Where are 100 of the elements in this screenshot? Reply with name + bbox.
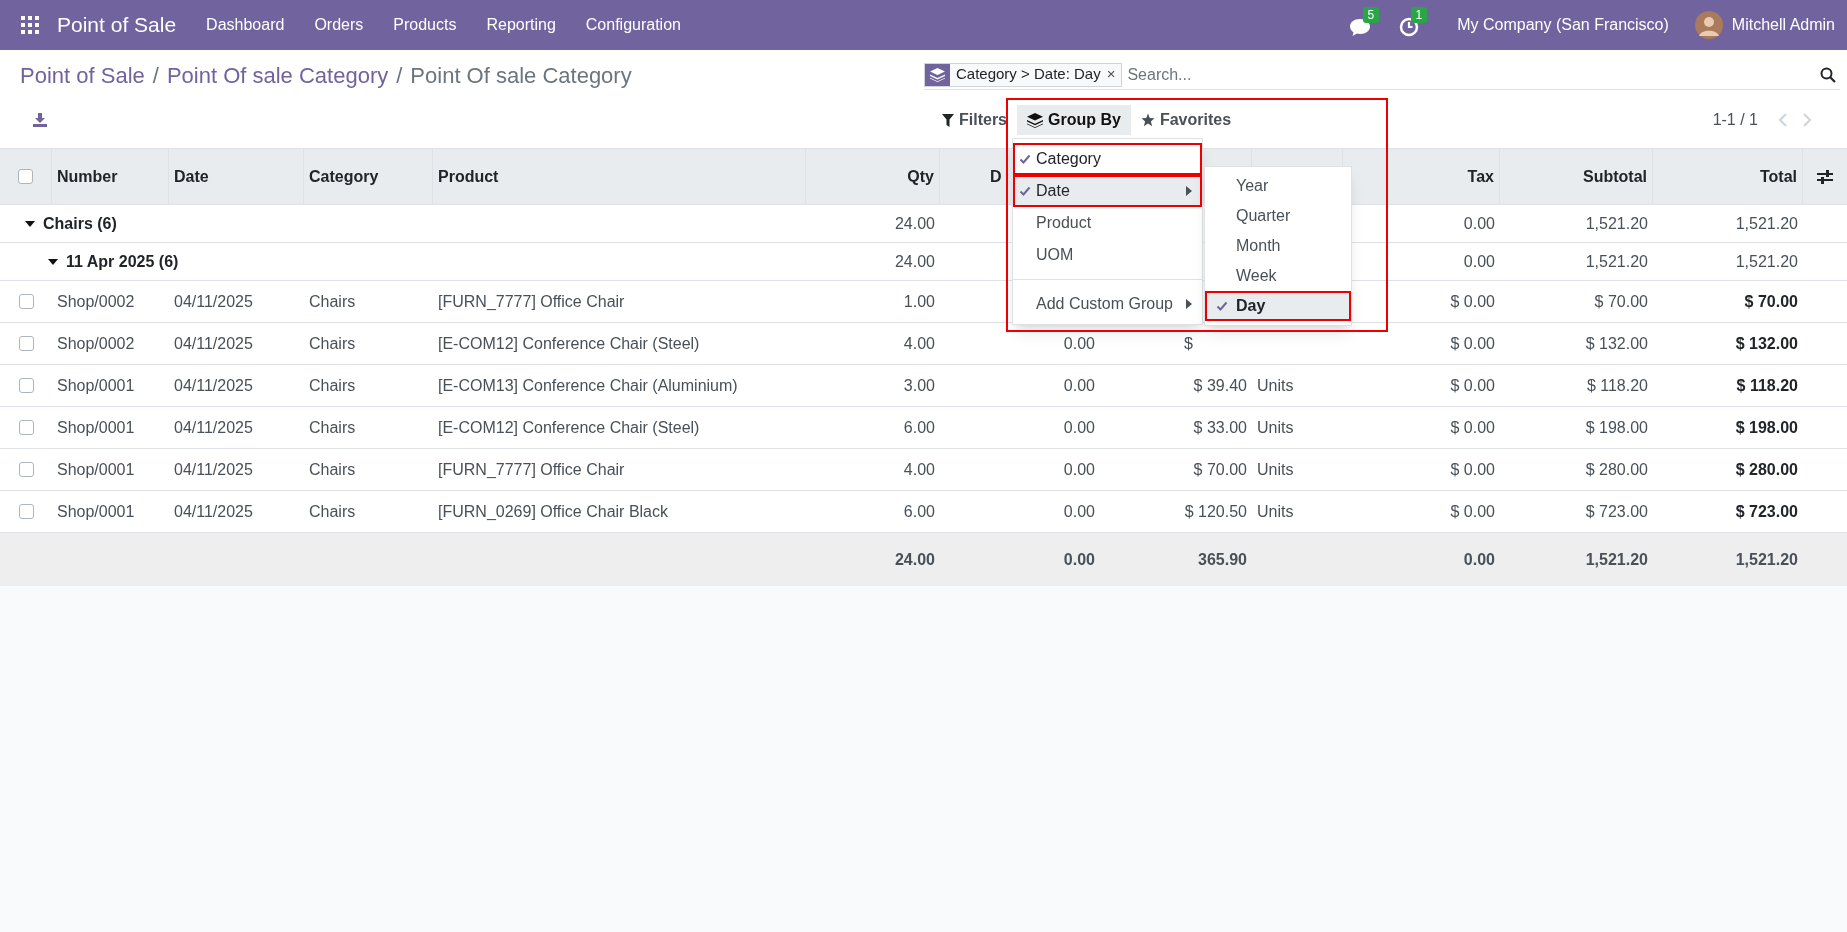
column-header[interactable]: Product <box>438 164 499 189</box>
table-cell-text: $ 33.00 <box>1193 417 1247 438</box>
table-cell-text: Chairs <box>309 417 356 438</box>
table-cell-text: 0.00 <box>1063 501 1095 522</box>
date-interval-option[interactable]: Quarter <box>1205 201 1351 231</box>
column-header[interactable]: Subtotal <box>1583 164 1647 189</box>
table-cell-text: 04/11/2025 <box>174 291 253 312</box>
group-total: 24.00 <box>894 213 935 234</box>
row-checkbox[interactable] <box>18 504 34 519</box>
table-cell-text: 3.00 <box>903 375 935 396</box>
table-cell-text: $ 0.00 <box>1450 291 1495 312</box>
group-total: 24.00 <box>894 251 935 272</box>
date-interval-option[interactable]: Year <box>1205 171 1351 201</box>
search-input[interactable]: Search... <box>1127 62 1820 87</box>
breadcrumb-separator: / <box>152 61 159 90</box>
table-cell-text: $ 70.00 <box>1744 291 1798 312</box>
filter-icon <box>942 113 954 127</box>
filters-toggle[interactable]: Filters <box>932 105 1017 135</box>
row-checkbox[interactable] <box>18 420 34 435</box>
table-cell-text: $ 280.00 <box>1585 459 1648 480</box>
group-total: 1,521.20 <box>1585 213 1648 234</box>
next-page-icon[interactable] <box>1803 113 1812 127</box>
app-name[interactable]: Point of Sale <box>57 9 177 41</box>
table-cell-text: 04/11/2025 <box>174 375 253 396</box>
column-total: 24.00 <box>894 549 935 570</box>
column-header[interactable]: Date <box>174 164 209 189</box>
table-cell-text: $ 39.40 <box>1193 375 1247 396</box>
remove-facet-button[interactable]: × <box>1106 63 1122 86</box>
row-checkbox[interactable] <box>18 294 34 309</box>
column-header[interactable]: D <box>990 164 1002 189</box>
group-total: 1,521.20 <box>1735 251 1798 272</box>
nav-menu-item[interactable]: Configuration <box>570 13 696 37</box>
search-bar[interactable]: Category > Date: Day × Search... <box>924 60 1840 90</box>
date-interval-option[interactable]: Week <box>1205 261 1351 291</box>
group-by-option[interactable]: UOM <box>1013 239 1202 271</box>
table-cell-text: 4.00 <box>903 459 935 480</box>
table-cell-text: Units <box>1257 375 1294 396</box>
layers-icon <box>1027 112 1043 128</box>
row-checkbox[interactable] <box>18 378 34 393</box>
pager-value[interactable]: 1-1 / 1 <box>1712 108 1758 132</box>
nav-menu-item[interactable]: Dashboard <box>191 13 300 37</box>
breadcrumb-link[interactable]: Point Of sale Category <box>166 58 389 92</box>
column-total: 0.00 <box>1063 549 1095 570</box>
table-cell-text: $ 0.00 <box>1450 459 1495 480</box>
breadcrumb-current: Point Of sale Category <box>410 61 632 90</box>
table-cell-text: $ 118.20 <box>1736 375 1798 396</box>
column-header[interactable]: Qty <box>907 164 934 189</box>
caret-icon <box>25 220 35 227</box>
table-cell-text: $ 0.00 <box>1450 417 1495 438</box>
nav-menu-item[interactable]: Reporting <box>471 13 571 37</box>
column-header[interactable]: Tax <box>1467 164 1494 189</box>
row-checkbox[interactable] <box>18 462 34 477</box>
table-cell-text: $ 198.00 <box>1735 417 1798 438</box>
group-total: 1,521.20 <box>1585 251 1648 272</box>
table-cell-text: [FURN_7777] Office Chair <box>438 459 625 480</box>
breadcrumb-link[interactable]: Point of Sale <box>20 58 145 92</box>
table-cell-text: $ 120.50 <box>1184 501 1247 522</box>
nav-menu-item[interactable]: Products <box>378 13 472 37</box>
table-cell-text: Chairs <box>309 291 356 312</box>
table-cell-text: [E-COM13] Conference Chair (Aluminium) <box>438 375 738 396</box>
company-switcher[interactable]: My Company (San Francisco) <box>1457 13 1669 37</box>
table-cell-text: 04/11/2025 <box>174 333 253 354</box>
avatar[interactable] <box>1694 11 1723 39</box>
table-cell-text: Shop/0002 <box>57 291 135 312</box>
nav-menu-item[interactable]: Orders <box>299 13 379 37</box>
table-cell-text: 0.00 <box>1063 459 1095 480</box>
search-icon[interactable] <box>1820 66 1836 83</box>
groupby-toggle[interactable]: Group By <box>1017 105 1131 135</box>
group-row-label[interactable]: 11 Apr 2025 (6) <box>48 249 179 274</box>
column-header[interactable]: Number <box>57 164 118 189</box>
table-cell-text: Shop/0001 <box>57 417 135 438</box>
date-interval-option[interactable]: Day <box>1205 291 1351 321</box>
apps-menu-icon[interactable] <box>21 16 39 34</box>
group-by-option[interactable]: Category <box>1013 143 1202 175</box>
group-by-option[interactable]: Product <box>1013 207 1202 239</box>
previous-page-icon[interactable] <box>1778 113 1787 127</box>
table-cell-text: Units <box>1257 459 1294 480</box>
column-header[interactable]: Total <box>1759 164 1797 189</box>
table-cell-text: 1.00 <box>903 291 935 312</box>
caret-icon <box>1186 186 1192 196</box>
table-cell-text: Chairs <box>309 501 356 522</box>
group-total: 0.00 <box>1463 213 1495 234</box>
table-cell-text: Shop/0001 <box>57 375 135 396</box>
group-row-label[interactable]: Chairs (6) <box>25 211 117 236</box>
table-cell-text: Chairs <box>309 375 356 396</box>
select-all-checkbox[interactable] <box>18 169 33 184</box>
column-header[interactable]: Category <box>309 164 379 189</box>
date-interval-option[interactable]: Month <box>1205 231 1351 261</box>
column-total: 1,521.20 <box>1585 549 1648 570</box>
group-by-option[interactable]: Date <box>1013 175 1202 207</box>
row-checkbox[interactable] <box>18 336 34 351</box>
download-icon[interactable] <box>33 113 47 127</box>
user-menu[interactable]: Mitchell Admin <box>1731 13 1835 37</box>
group-by-option[interactable]: Add Custom Group <box>1013 288 1202 320</box>
check-icon <box>1019 185 1031 197</box>
table-cell-text: $ 198.00 <box>1585 417 1648 438</box>
table-cell-text: 6.00 <box>903 501 935 522</box>
favorites-toggle[interactable]: Favorites <box>1130 105 1242 135</box>
table-cell-text: $ 0.00 <box>1450 375 1495 396</box>
column-settings-icon[interactable] <box>1817 169 1833 184</box>
